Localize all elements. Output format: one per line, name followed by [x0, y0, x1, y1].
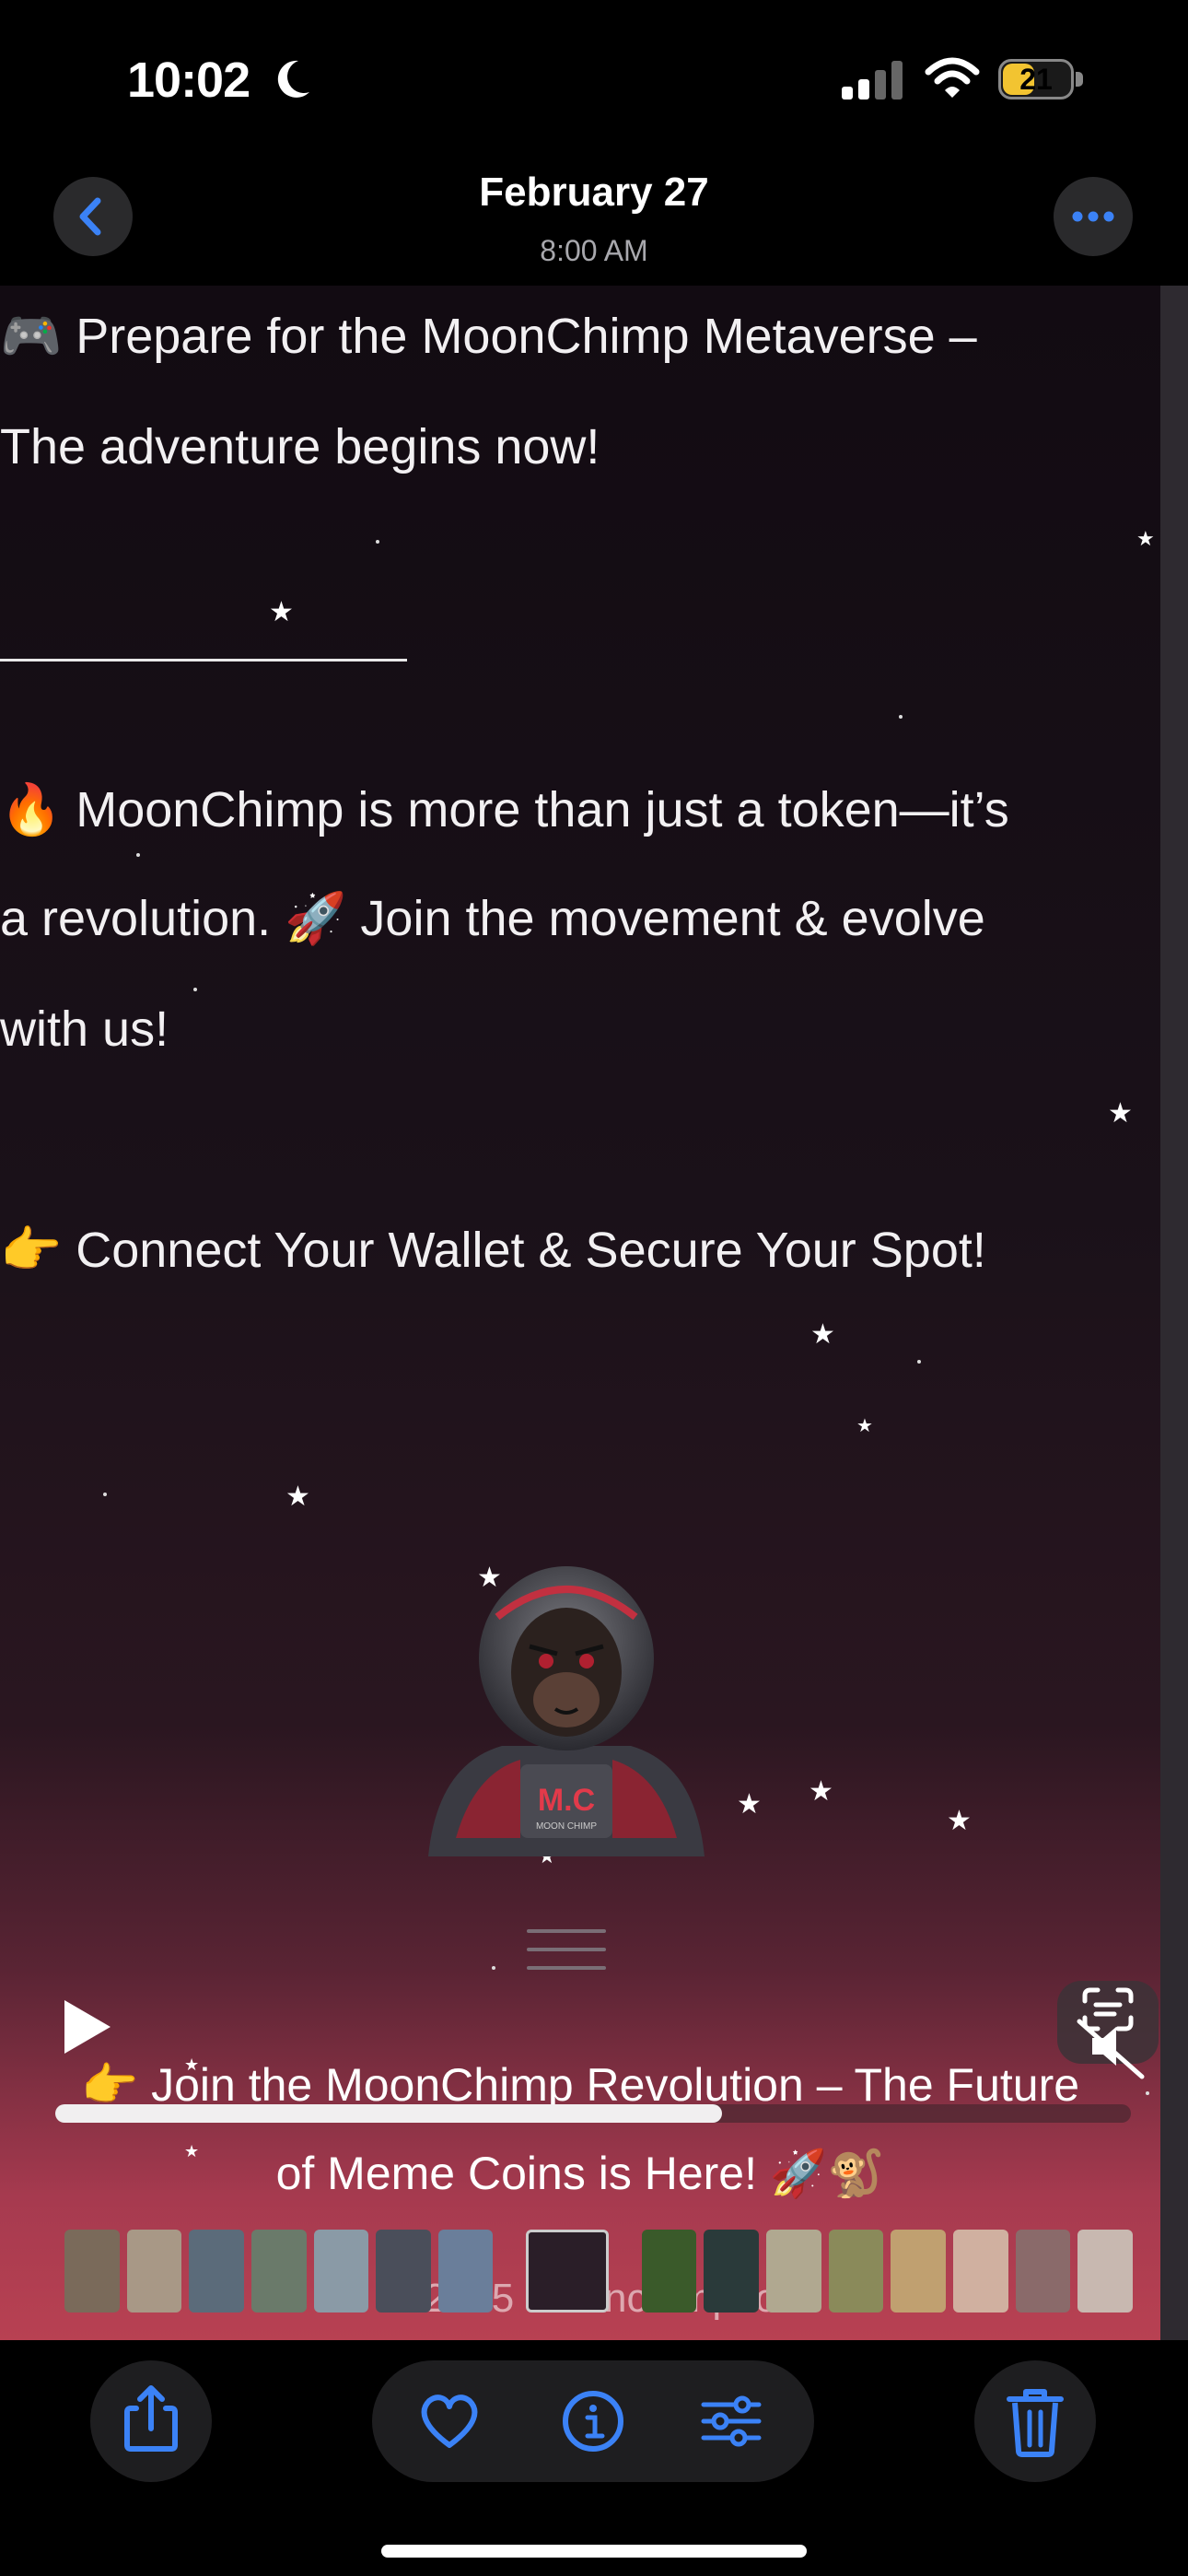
- thumbnail[interactable]: [376, 2230, 431, 2313]
- wifi-icon: [925, 57, 980, 98]
- star-icon: ★: [269, 597, 294, 627]
- play-icon[interactable]: [53, 1995, 118, 2059]
- scrollbar[interactable]: [1160, 286, 1188, 2340]
- thumbnail[interactable]: [437, 2230, 494, 2313]
- text-line: 🔥 MoonChimp is more than just a token—it…: [0, 782, 1009, 837]
- thumbnail[interactable]: [250, 2230, 307, 2313]
- star-icon: ★: [1108, 1098, 1133, 1129]
- action-pill: [372, 2360, 814, 2482]
- bottom-toolbar: [0, 2340, 1188, 2576]
- moonchimp-logo-image: M.C MOON CHIMP: [428, 1566, 705, 1856]
- photo-viewer[interactable]: 🎮 Prepare for the MoonChimp Metaverse – …: [0, 286, 1160, 2340]
- text-line: 🎮 Prepare for the MoonChimp Metaverse –: [0, 309, 977, 364]
- home-indicator[interactable]: [381, 2545, 807, 2558]
- star-icon: ★: [285, 1481, 310, 1512]
- drag-handle[interactable]: [527, 1929, 606, 1933]
- thumbnail[interactable]: [313, 2230, 369, 2313]
- logo-subtext: MOON CHIMP: [536, 1821, 597, 1832]
- thumbnail[interactable]: [828, 2230, 884, 2313]
- thumbnail[interactable]: [189, 2230, 244, 2313]
- share-icon: [124, 2385, 178, 2452]
- divider: [0, 659, 407, 662]
- star-icon: ★: [947, 1806, 972, 1836]
- more-button[interactable]: [1054, 177, 1133, 256]
- thumbnail[interactable]: [641, 2230, 697, 2313]
- ellipsis-icon: [1072, 211, 1114, 222]
- delete-button[interactable]: [974, 2360, 1096, 2482]
- status-bar: 10:02 21: [0, 0, 1188, 157]
- photo-header: February 27 8:00 AM: [0, 157, 1188, 286]
- thumbnail[interactable]: [1077, 2230, 1133, 2313]
- cellular-signal-icon: [842, 61, 903, 100]
- clock: 10:02: [127, 53, 250, 108]
- thumbnail[interactable]: [704, 2230, 760, 2313]
- battery-percent: 21: [1019, 63, 1053, 96]
- share-button[interactable]: [90, 2360, 212, 2482]
- thumbnail[interactable]: [766, 2230, 821, 2313]
- caption-line: of Meme Coins is Here! 🚀🐒: [275, 2148, 885, 2199]
- sliders-icon[interactable]: [694, 2384, 768, 2458]
- thumbnail[interactable]: [1015, 2230, 1071, 2313]
- star-icon: ★: [737, 1789, 762, 1820]
- photo-time: 8:00 AM: [540, 234, 648, 267]
- heart-icon[interactable]: [413, 2384, 486, 2458]
- photo-date: February 27: [479, 170, 709, 215]
- star-icon: ★: [809, 1776, 833, 1807]
- video-progress-fill: [55, 2104, 723, 2123]
- info-icon[interactable]: [556, 2384, 630, 2458]
- trash-icon: [1007, 2389, 1064, 2457]
- text-line: with us!: [0, 1001, 169, 1057]
- thumbnail[interactable]: [64, 2230, 120, 2313]
- battery-indicator: 21: [998, 59, 1087, 101]
- star-icon: ★: [810, 1319, 835, 1350]
- thumbnail[interactable]: [126, 2230, 182, 2313]
- logo-text: M.C: [538, 1783, 595, 1818]
- thumbnail[interactable]: [891, 2230, 946, 2313]
- do-not-disturb-moon-icon: [277, 60, 309, 98]
- text-line: The adventure begins now!: [0, 419, 600, 474]
- video-scrubber[interactable]: [55, 2104, 1131, 2123]
- star-icon: ★: [856, 1416, 873, 1436]
- star-icon: ★: [1136, 527, 1155, 550]
- current-thumbnail[interactable]: [526, 2230, 609, 2313]
- text-line: 👉 Connect Your Wallet & Secure Your Spot…: [0, 1223, 986, 1278]
- thumbnail-strip[interactable]: [64, 2230, 1133, 2314]
- text-line: a revolution. 🚀 Join the movement & evol…: [0, 891, 985, 946]
- thumbnail[interactable]: [952, 2230, 1008, 2313]
